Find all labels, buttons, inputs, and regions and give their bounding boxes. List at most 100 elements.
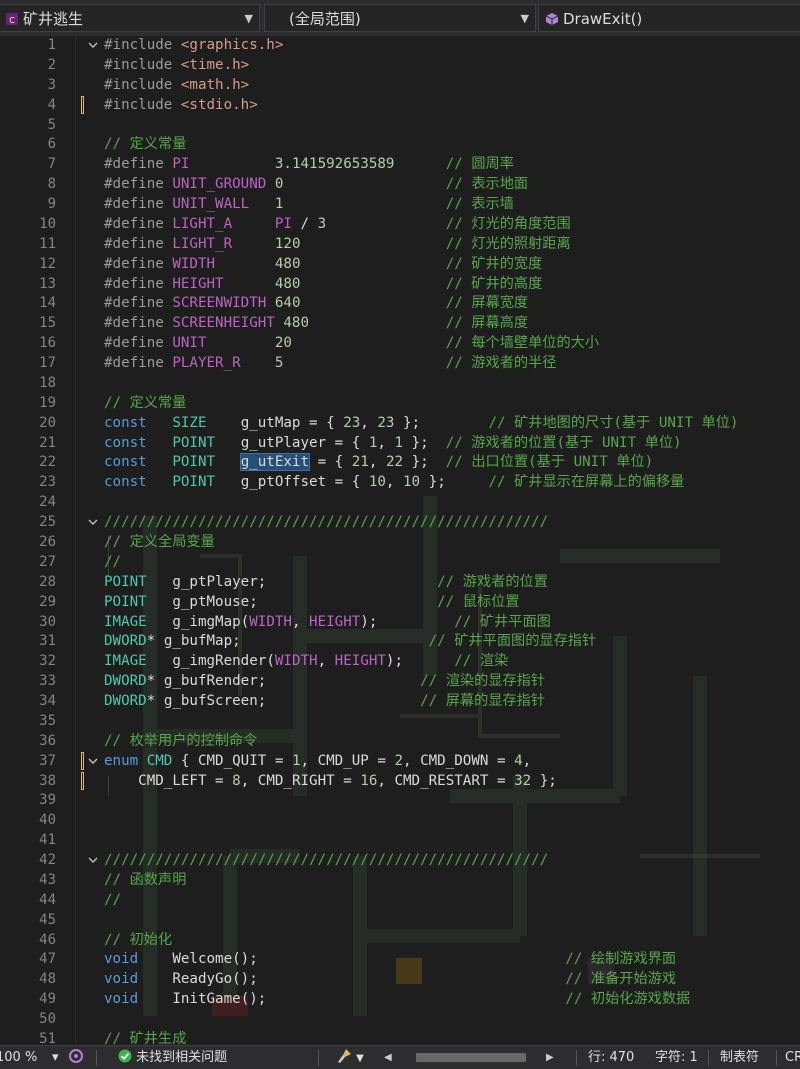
fold-chevron-icon[interactable] — [88, 40, 98, 50]
code-line[interactable]: 19 // 定义常量 — [0, 393, 800, 413]
code-text[interactable]: #include <stdio.h> — [104, 95, 258, 115]
code-text[interactable]: ////////////////////////////////////////… — [104, 850, 548, 870]
code-text[interactable]: // 定义常量 — [104, 134, 186, 154]
code-text[interactable]: void InitGame(); // 初始化游戏数据 — [104, 989, 690, 1009]
code-line[interactable]: 31 DWORD* g_bufMap; // 矿井平面图的显存指针 — [0, 631, 800, 651]
feedback-icon[interactable] — [68, 1046, 84, 1069]
code-line[interactable]: 36 // 枚举用户的控制命令 — [0, 731, 800, 751]
code-text[interactable]: ////////////////////////////////////////… — [104, 512, 548, 532]
code-text[interactable]: #include <time.h> — [104, 55, 249, 75]
code-line[interactable]: 16 #define UNIT 20 // 每个墙壁单位的大小 — [0, 333, 800, 353]
code-line[interactable]: 47 void Welcome(); // 绘制游戏界面 — [0, 949, 800, 969]
code-text[interactable]: #define UNIT 20 // 每个墙壁单位的大小 — [104, 333, 599, 353]
code-text[interactable]: #define SCREENHEIGHT 480 // 屏幕高度 — [104, 313, 528, 333]
code-text[interactable]: #define WIDTH 480 // 矿井的宽度 — [104, 254, 542, 274]
code-line[interactable]: 40 — [0, 810, 800, 830]
code-line[interactable]: 17 #define PLAYER_R 5 // 游戏者的半径 — [0, 353, 800, 373]
code-line[interactable]: 34 DWORD* g_bufScreen; // 屏幕的显存指针 — [0, 691, 800, 711]
code-text[interactable]: #define HEIGHT 480 // 矿井的高度 — [104, 274, 542, 294]
eol-indicator[interactable]: CR — [785, 1046, 800, 1069]
code-line[interactable]: 1 #include <graphics.h> — [0, 36, 800, 55]
scrollbar-thumb[interactable] — [416, 1053, 526, 1062]
char-indicator[interactable]: 字符: 1 — [655, 1046, 698, 1069]
code-text[interactable]: DWORD* g_bufMap; // 矿井平面图的显存指针 — [104, 631, 596, 651]
code-line[interactable]: 38 CMD_LEFT = 8, CMD_RIGHT = 16, CMD_RES… — [0, 771, 800, 791]
code-line[interactable]: 51 // 矿井生成 — [0, 1029, 800, 1045]
code-text[interactable]: // — [104, 552, 121, 572]
fold-chevron-icon[interactable] — [88, 756, 98, 766]
project-dropdown[interactable]: C 矿井逃生 ▼ — [0, 4, 260, 32]
code-line[interactable]: 44 // — [0, 890, 800, 910]
code-line[interactable]: 33 DWORD* g_bufRender; // 渲染的显存指针 — [0, 671, 800, 691]
zoom-dropdown-chevron-down-icon[interactable]: ▾ — [52, 1046, 59, 1069]
fold-chevron-icon[interactable] — [88, 517, 98, 527]
code-line[interactable]: 39 — [0, 790, 800, 810]
code-text[interactable]: void Welcome(); // 绘制游戏界面 — [104, 949, 676, 969]
code-line[interactable]: 13 #define HEIGHT 480 // 矿井的高度 — [0, 274, 800, 294]
code-line[interactable]: 46 // 初始化 — [0, 930, 800, 950]
zoom-level[interactable]: 100 % — [0, 1046, 52, 1069]
editor-pane[interactable]: 1 #include <graphics.h> 2 #include <time.h>… — [0, 36, 800, 1045]
code-text[interactable]: const POINT g_utExit = { 21, 22 }; // 出口… — [104, 452, 653, 472]
tabs-indicator[interactable]: 制表符 — [720, 1046, 759, 1069]
code-line[interactable]: 27 // — [0, 552, 800, 572]
code-line[interactable]: 10 #define LIGHT_A PI / 3 // 灯光的角度范围 — [0, 214, 800, 234]
code-text[interactable]: // 函数声明 — [104, 870, 186, 890]
code-line[interactable]: 30 IMAGE g_imgMap(WIDTH, HEIGHT); // 矿井平面… — [0, 612, 800, 632]
code-line[interactable]: 23 const POINT g_ptOffset = { 10, 10 }; /… — [0, 472, 800, 492]
line-indicator[interactable]: 行: 470 — [588, 1046, 634, 1069]
code-line[interactable]: 2 #include <time.h> — [0, 55, 800, 75]
code-text[interactable]: POINT g_ptPlayer; // 游戏者的位置 — [104, 572, 548, 592]
code-cleanup-brush-icon[interactable]: ▼ — [336, 1046, 364, 1069]
code-line[interactable]: 37 enum CMD { CMD_QUIT = 1, CMD_UP = 2, C… — [0, 751, 800, 771]
code-line[interactable]: 21 const POINT g_utPlayer = { 1, 1 }; // … — [0, 433, 800, 453]
code-line[interactable]: 4 #include <stdio.h> — [0, 95, 800, 115]
code-line[interactable]: 42 //////////////////////////////////////… — [0, 850, 800, 870]
code-line[interactable]: 9 #define UNIT_WALL 1 // 表示墙 — [0, 194, 800, 214]
code-text[interactable]: POINT g_ptMouse; // 鼠标位置 — [104, 592, 520, 612]
code-text[interactable]: const POINT g_ptOffset = { 10, 10 }; // … — [104, 472, 684, 492]
code-line[interactable]: 12 #define WIDTH 480 // 矿井的宽度 — [0, 254, 800, 274]
code-text[interactable]: const SIZE g_utMap = { 23, 23 }; // 矿井地图… — [104, 413, 738, 433]
scope-dropdown[interactable]: (全局范围) ▼ — [264, 4, 536, 32]
code-text[interactable]: #define LIGHT_A PI / 3 // 灯光的角度范围 — [104, 214, 571, 234]
code-text[interactable]: // 初始化 — [104, 930, 172, 950]
code-line[interactable]: 5 — [0, 115, 800, 135]
code-text[interactable]: CMD_LEFT = 8, CMD_RIGHT = 16, CMD_RESTAR… — [104, 771, 557, 791]
function-dropdown[interactable]: DrawExit() — [538, 4, 800, 32]
code-line[interactable]: 50 — [0, 1009, 800, 1029]
code-line[interactable]: 8 #define UNIT_GROUND 0 // 表示地面 — [0, 174, 800, 194]
scroll-left-icon[interactable]: ◀ — [384, 1046, 392, 1069]
code-text[interactable]: #define PLAYER_R 5 // 游戏者的半径 — [104, 353, 556, 373]
code-text[interactable]: #include <math.h> — [104, 75, 249, 95]
code-line[interactable]: 24 — [0, 492, 800, 512]
code-text[interactable]: // 定义全局变量 — [104, 532, 215, 552]
code-line[interactable]: 15 #define SCREENHEIGHT 480 // 屏幕高度 — [0, 313, 800, 333]
code-text[interactable]: // — [104, 890, 121, 910]
code-line[interactable]: 35 — [0, 711, 800, 731]
code-text[interactable]: #define SCREENWIDTH 640 // 屏幕宽度 — [104, 293, 528, 313]
code-text[interactable]: #define LIGHT_R 120 // 灯光的照射距离 — [104, 234, 571, 254]
code-line[interactable]: 3 #include <math.h> — [0, 75, 800, 95]
horizontal-scrollbar[interactable] — [402, 1046, 532, 1069]
code-text[interactable]: #define UNIT_WALL 1 // 表示墙 — [104, 194, 514, 214]
code-line[interactable]: 6 // 定义常量 — [0, 134, 800, 154]
fold-chevron-icon[interactable] — [88, 855, 98, 865]
code-text[interactable]: // 定义常量 — [104, 393, 186, 413]
code-text[interactable]: IMAGE g_imgRender(WIDTH, HEIGHT); // 渲染 — [104, 651, 508, 671]
code-line[interactable]: 43 // 函数声明 — [0, 870, 800, 890]
code-text[interactable]: // 枚举用户的控制命令 — [104, 731, 257, 751]
code-line[interactable]: 14 #define SCREENWIDTH 640 // 屏幕宽度 — [0, 293, 800, 313]
code-text[interactable]: IMAGE g_imgMap(WIDTH, HEIGHT); // 矿井平面图 — [104, 612, 551, 632]
code-text[interactable]: DWORD* g_bufRender; // 渲染的显存指针 — [104, 671, 545, 691]
code-text[interactable]: #define UNIT_GROUND 0 // 表示地面 — [104, 174, 528, 194]
scroll-right-icon[interactable]: ▶ — [546, 1046, 554, 1069]
code-line[interactable]: 22 const POINT g_utExit = { 21, 22 }; // … — [0, 452, 800, 472]
code-line[interactable]: 45 — [0, 910, 800, 930]
code-text[interactable]: void ReadyGo(); // 准备开始游戏 — [104, 969, 676, 989]
code-line[interactable]: 29 POINT g_ptMouse; // 鼠标位置 — [0, 592, 800, 612]
code-line[interactable]: 25 //////////////////////////////////////… — [0, 512, 800, 532]
code-text[interactable]: #define PI 3.141592653589 // 圆周率 — [104, 154, 514, 174]
code-text[interactable]: // 矿井生成 — [104, 1029, 186, 1045]
code-line[interactable]: 28 POINT g_ptPlayer; // 游戏者的位置 — [0, 572, 800, 592]
